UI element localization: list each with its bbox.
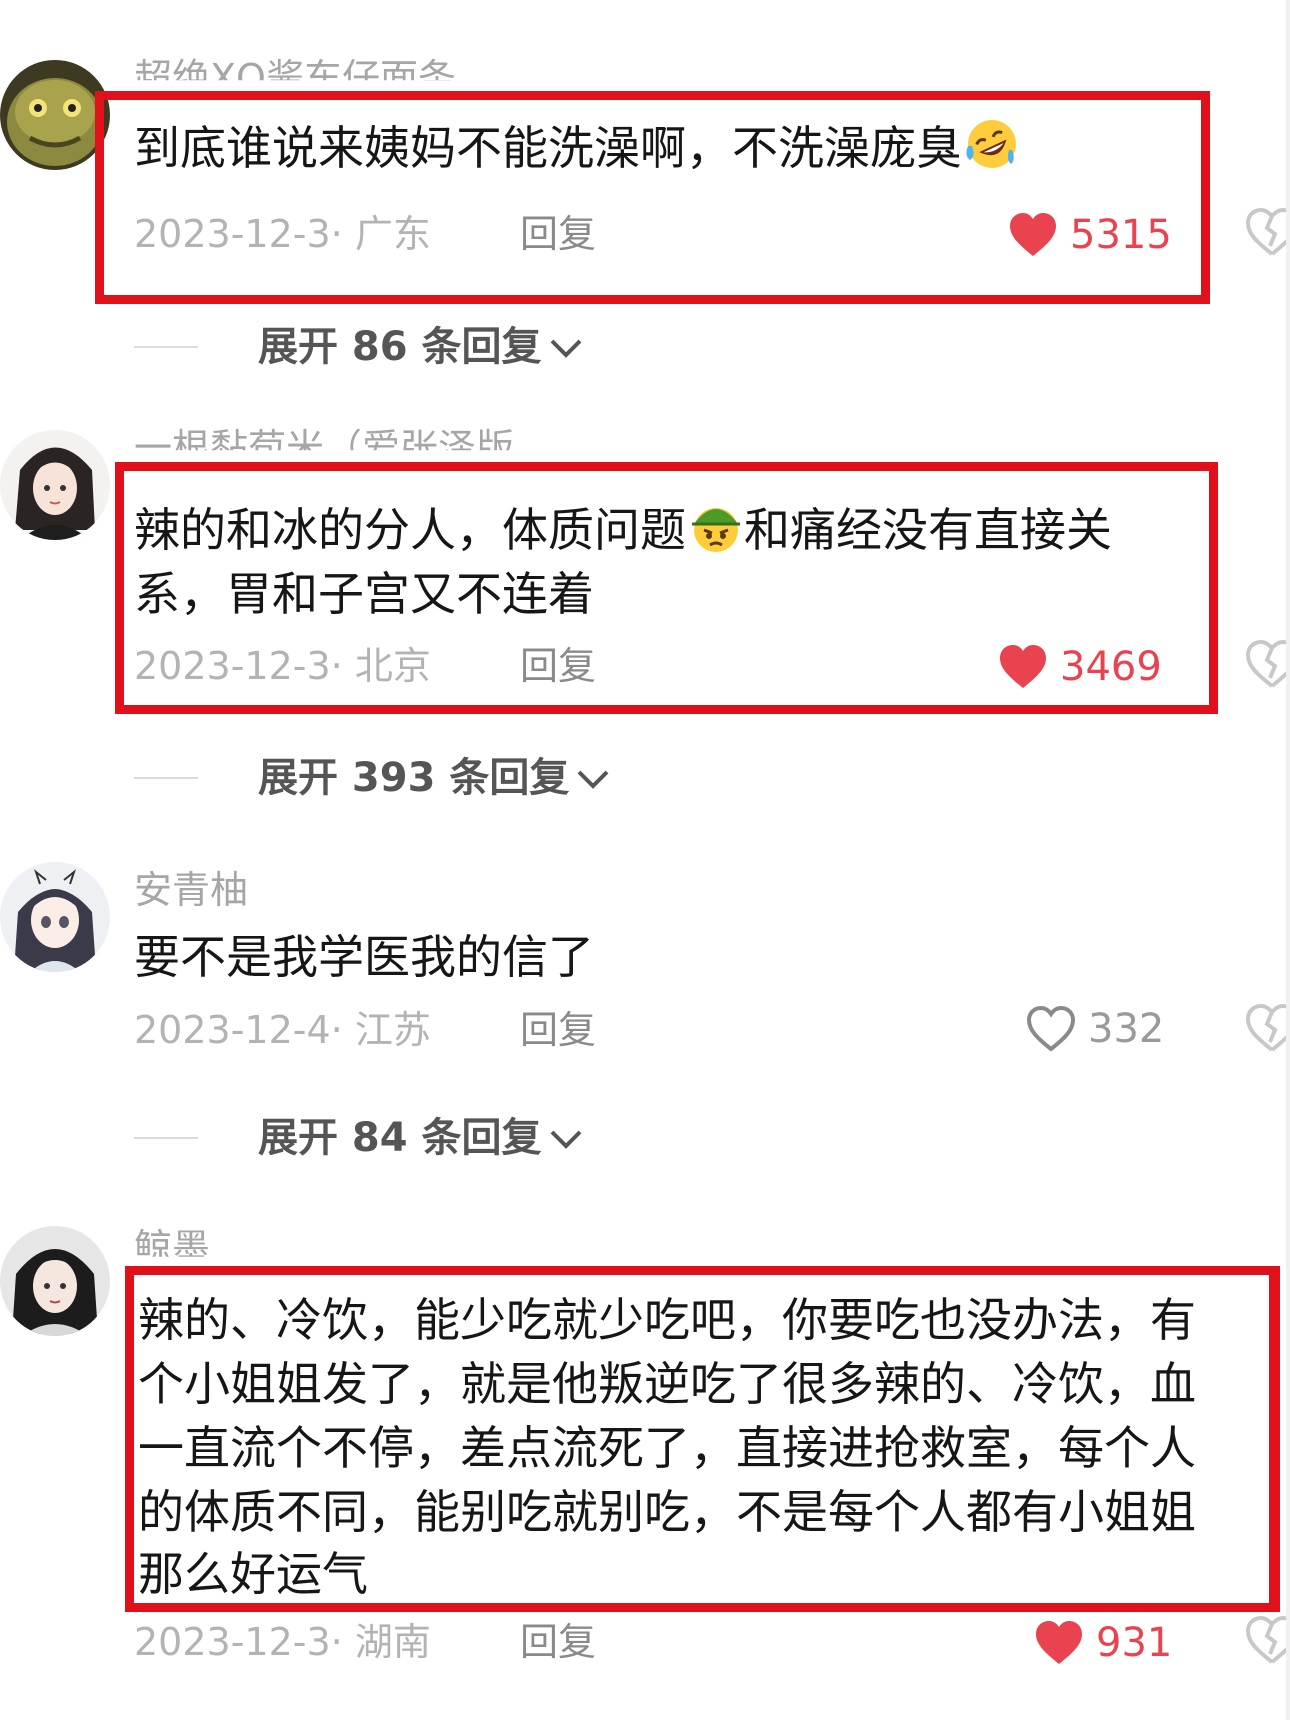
- highlight-box: [95, 91, 1210, 304]
- avatar[interactable]: [0, 430, 110, 540]
- like-button[interactable]: 332: [1026, 1006, 1164, 1052]
- chevron-down-icon: [550, 1130, 581, 1149]
- like-button[interactable]: 931: [1034, 1620, 1172, 1666]
- reply-button[interactable]: 回复: [520, 1620, 596, 1664]
- avatar[interactable]: [0, 862, 110, 972]
- chevron-down-icon: [577, 770, 609, 789]
- highlight-box: [115, 462, 1218, 714]
- broken-heart-icon[interactable]: [1245, 1004, 1290, 1054]
- comment-text: 要不是我学医我的信了: [134, 930, 594, 984]
- expand-replies-button[interactable]: 展开 86 条回复: [134, 325, 586, 369]
- expand-replies-label: 展开 84 条回复: [258, 1115, 542, 1161]
- divider: [134, 1137, 198, 1139]
- chevron-down-icon: [550, 339, 581, 358]
- like-count: 931: [1096, 1620, 1173, 1666]
- comment-username[interactable]: 安青柚: [134, 868, 248, 912]
- like-count: 332: [1088, 1006, 1165, 1052]
- expand-replies-button[interactable]: 展开 84 条回复: [134, 1116, 586, 1160]
- divider: [134, 346, 198, 348]
- broken-heart-icon[interactable]: [1245, 208, 1290, 258]
- highlight-box: [125, 1266, 1280, 1612]
- avatar[interactable]: [0, 1226, 110, 1336]
- comment-username[interactable]: 鲸墨: [134, 1226, 210, 1257]
- broken-heart-icon[interactable]: [1245, 1616, 1290, 1666]
- avatar[interactable]: [0, 60, 110, 170]
- divider: [134, 777, 198, 779]
- expand-replies-button[interactable]: 展开 393 条回复: [134, 756, 613, 800]
- heart-filled-icon: [1036, 1621, 1082, 1664]
- comment-date-location: 2023-12-3· 湖南: [134, 1620, 431, 1664]
- comment-date-location: 2023-12-4· 江苏: [134, 1008, 431, 1052]
- expand-replies-label: 展开 86 条回复: [258, 324, 542, 370]
- reply-button[interactable]: 回复: [520, 1008, 596, 1052]
- heart-outline-icon: [1026, 1006, 1076, 1052]
- broken-heart-icon[interactable]: [1245, 640, 1290, 690]
- scrollbar[interactable]: [1286, 0, 1290, 1720]
- expand-replies-label: 展开 393 条回复: [258, 755, 570, 801]
